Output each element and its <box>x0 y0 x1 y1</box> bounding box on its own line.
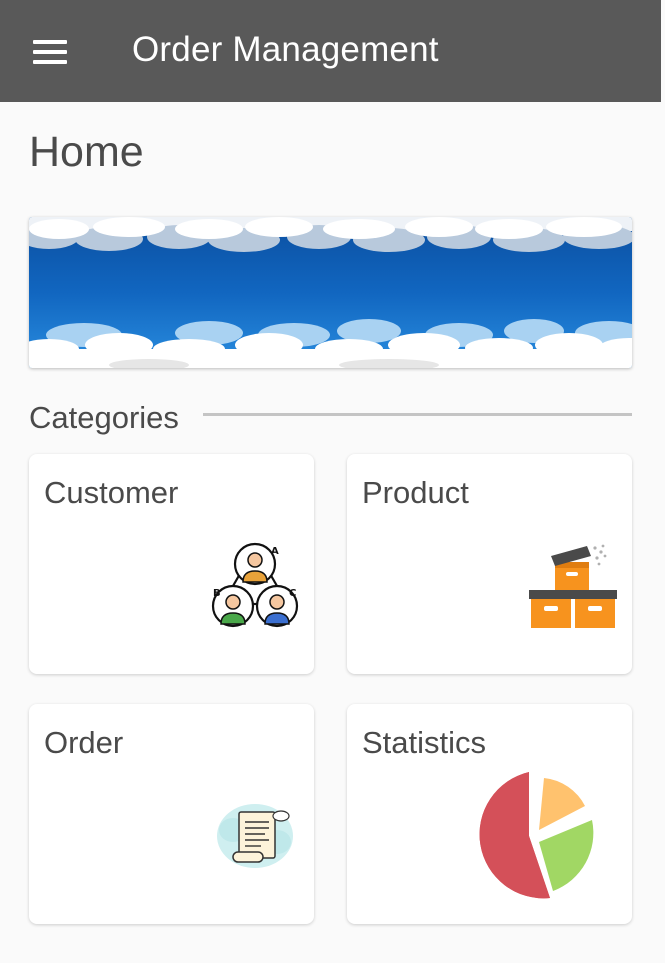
svg-text:B: B <box>213 588 221 599</box>
svg-text:C: C <box>289 588 296 599</box>
categories-divider <box>203 413 632 416</box>
product-card-label: Product <box>362 475 469 510</box>
customer-card[interactable]: Customer A B C <box>29 454 314 674</box>
order-card-label: Order <box>44 725 124 760</box>
customer-group-icon: A B C <box>211 542 299 628</box>
order-card[interactable]: Order <box>29 704 314 924</box>
pie-chart-icon <box>479 772 594 899</box>
statistics-card[interactable]: Statistics <box>347 704 632 924</box>
order-receipt-icon <box>217 804 293 868</box>
categories-label: Categories <box>29 400 179 435</box>
hamburger-menu-icon[interactable] <box>33 40 67 64</box>
product-card[interactable]: Product <box>347 454 632 674</box>
app-bar: Order Management <box>0 0 661 102</box>
screen-edge <box>661 0 665 963</box>
svg-text:A: A <box>271 546 279 557</box>
statistics-card-label: Statistics <box>362 725 487 760</box>
page-title: Home <box>29 128 144 176</box>
sky-clouds-banner <box>29 217 632 368</box>
banner-image <box>29 217 632 368</box>
product-boxes-icon <box>529 544 617 628</box>
app-title: Order Management <box>132 30 439 69</box>
customer-card-label: Customer <box>44 475 179 510</box>
